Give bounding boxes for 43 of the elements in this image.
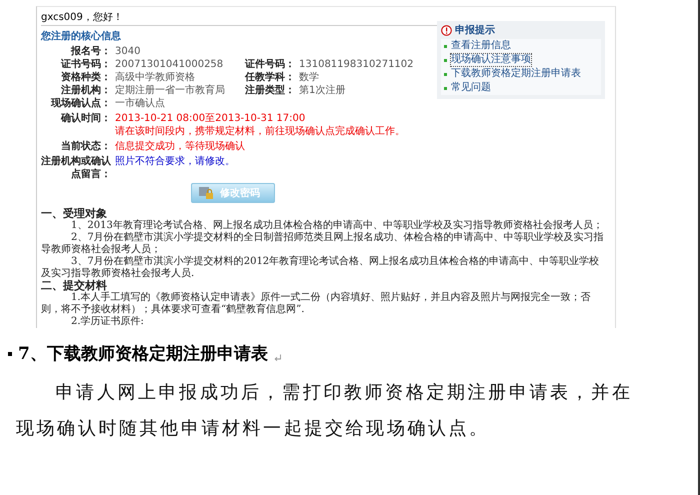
field-value: 一市确认点 <box>114 97 166 110</box>
warning-icon <box>441 24 452 36</box>
return-mark-icon <box>274 354 282 362</box>
field-label: 确认时间： <box>60 112 111 126</box>
field-label: 现场确认点： <box>50 97 111 110</box>
field-label: 注册机构： <box>60 84 111 97</box>
field-value: 定期注册一省一市教育局 <box>114 84 226 97</box>
field-value: 3040 <box>114 45 142 58</box>
field-value: 131081198310271102 <box>298 58 415 71</box>
section-title: 二、提交材料 <box>41 280 107 292</box>
bullet-icon <box>444 44 447 48</box>
body-paragraph: 申请人网上申报成功后，需打印教师资格定期注册申请表，并在现场确认时随其他申请材料一起提交给现场确认点。 <box>16 381 634 441</box>
field-label: 注册类型： <box>244 84 295 97</box>
section-heading: 您注册的核心信息 <box>41 29 122 43</box>
bullet-icon <box>8 352 12 356</box>
field-value: 2013-10-21 08:00至2013-10-31 17:00 <box>115 112 306 125</box>
field-value: 高级中学教师资格 <box>114 71 196 84</box>
field-value: 第1次注册 <box>298 84 346 97</box>
field-value: 照片不符合要求，请修改。 <box>115 155 235 168</box>
lock-icon <box>198 186 214 200</box>
field-value: 请在该时间段内，携带规定材料，前往现场确认点完成确认工作。 <box>115 125 405 138</box>
paragraph: 2、7月份在鹤壁市淇滨小学提交材料的全日制普招师范类且网上报名成功、体检合格的申请高中、中等职业学校及实习指导教师资格社会报考人员； <box>41 232 605 256</box>
field-value: 信息提交成功，等待现场确认 <box>115 140 245 153</box>
bullet-icon <box>444 86 447 90</box>
field-label: 证件号码： <box>244 58 295 71</box>
field-label: 资格种类： <box>60 71 111 84</box>
bullet-icon <box>444 72 447 76</box>
paragraph: 3、7月份在鹤壁市淇滨小学提交材料的2012年教育理论考试合格、网上报名成功且体检合格的申请高中、中等职业学校及实习指导教师资格社会报考人员. <box>41 256 600 280</box>
field-label: 报名号： <box>70 45 111 58</box>
section-title: 一、受理对象 <box>41 208 108 220</box>
field-label: 注册机构或确认点留言： <box>41 155 111 181</box>
field-label: 当前状态： <box>60 140 111 153</box>
field-value: 数学 <box>298 71 320 84</box>
tips-title: 申报提示 <box>437 21 605 39</box>
document-heading: 7、下载教师资格定期注册申请表 <box>18 343 268 365</box>
greeting-text: gxcs009，您好！ <box>41 9 437 26</box>
paragraph: 1.本人手工填写的《教师资格认定申请表》原件一式二份（内容填好、照片贴好，并且内容及照片与网报完全一致；否则，将不予接收材料）；具体要求可查看“鹤壁教育信息网”. <box>41 292 592 316</box>
field-label: 证书号码： <box>60 58 111 71</box>
paragraph: 2.学历证书原件: <box>70 316 145 328</box>
field-value: 20071301041000258 <box>114 58 224 71</box>
paragraph: 1、2013年教育理论考试合格、网上报名成功且体检合格的申请高中、中等职业学校及实习指导教师资格社会报考人员； <box>70 220 604 232</box>
field-label: 任教学科： <box>244 71 295 84</box>
bullet-icon <box>444 58 447 62</box>
